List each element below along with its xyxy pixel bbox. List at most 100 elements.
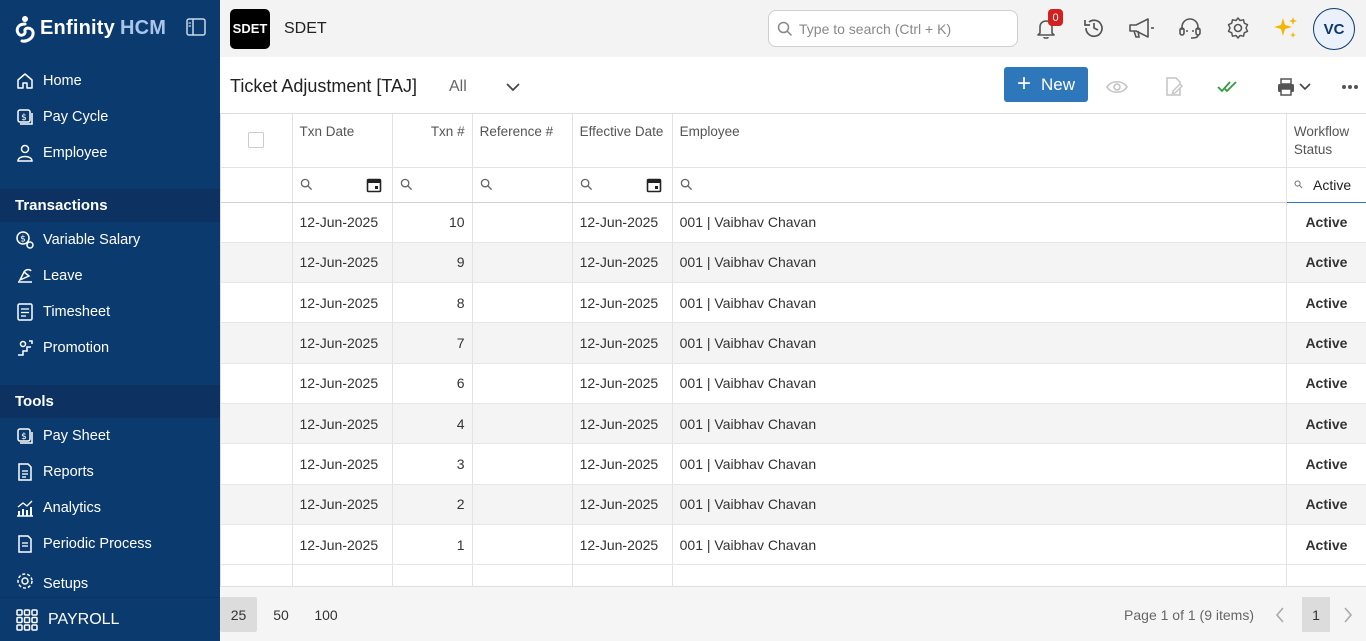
sidebar-item-analytics[interactable]: Analytics bbox=[0, 490, 220, 526]
table-row[interactable]: 12-Jun-2025 7 12-Jun-2025 001 | Vaibhav Cha… bbox=[221, 322, 1366, 364]
page-button-current[interactable]: 1 bbox=[1302, 597, 1330, 632]
column-header-effective-date[interactable]: Effective Date bbox=[572, 114, 673, 168]
cell-employee[interactable]: 001 | Vaibhav Chavan bbox=[672, 484, 1287, 525]
table-row[interactable]: 12-Jun-2025 6 12-Jun-2025 001 | Vaibhav Cha… bbox=[221, 363, 1366, 404]
previous-page-button[interactable] bbox=[1266, 597, 1294, 632]
sidebar-item-label: Pay Cycle bbox=[43, 109, 109, 125]
column-header-txn-no[interactable]: Txn # bbox=[392, 114, 473, 168]
column-header-workflow-status[interactable]: Workflow Status bbox=[1286, 114, 1366, 168]
empty-row bbox=[221, 564, 1366, 586]
collapse-sidebar-icon[interactable] bbox=[186, 18, 206, 36]
table-row[interactable]: 12-Jun-2025 3 12-Jun-2025 001 | Vaibhav Cha… bbox=[221, 443, 1366, 485]
calendar-icon[interactable] bbox=[366, 177, 382, 193]
announcements-button[interactable] bbox=[1126, 13, 1156, 43]
sidebar-item-leave[interactable]: Leave bbox=[0, 258, 220, 294]
sidebar-item-setups[interactable]: Setups bbox=[0, 562, 220, 592]
filter-workflow-status[interactable] bbox=[1285, 166, 1366, 203]
edit-button[interactable] bbox=[1161, 74, 1187, 100]
column-header-reference[interactable]: Reference # bbox=[472, 114, 573, 168]
cell-txn-no[interactable]: 8 bbox=[392, 282, 473, 324]
cell-effective-date: 12-Jun-2025 bbox=[572, 282, 673, 324]
table-row[interactable]: 12-Jun-2025 9 12-Jun-2025 001 | Vaibhav Cha… bbox=[221, 242, 1366, 284]
sidebar-item-pay-sheet[interactable]: $ Pay Sheet bbox=[0, 418, 220, 454]
pay-sheet-icon: $ bbox=[14, 425, 36, 447]
sidebar-item-periodic-process[interactable]: Periodic Process bbox=[0, 526, 220, 562]
module-switcher[interactable]: PAYROLL bbox=[0, 597, 220, 641]
sidebar-item-timesheet[interactable]: Timesheet bbox=[0, 294, 220, 330]
sidebar-item-label: Periodic Process bbox=[43, 536, 152, 552]
calendar-icon[interactable] bbox=[646, 177, 662, 193]
table-row[interactable]: 12-Jun-2025 8 12-Jun-2025 001 | Vaibhav Cha… bbox=[221, 282, 1366, 324]
table-row[interactable]: 12-Jun-2025 2 12-Jun-2025 001 | Vaibhav Cha… bbox=[221, 484, 1366, 525]
sidebar-item-label: Promotion bbox=[43, 340, 110, 356]
history-button[interactable] bbox=[1079, 13, 1109, 43]
chevron-left-icon bbox=[1275, 606, 1284, 623]
headset-icon bbox=[1179, 18, 1201, 39]
cell-employee[interactable]: 001 | Vaibhav Chavan bbox=[672, 242, 1287, 284]
print-options-dropdown[interactable] bbox=[1297, 74, 1313, 100]
filter-txn-date[interactable] bbox=[292, 167, 393, 203]
cell-employee[interactable]: 001 | Vaibhav Chavan bbox=[672, 322, 1287, 364]
sidebar-item-employee[interactable]: Employee bbox=[0, 135, 220, 171]
more-options-button[interactable] bbox=[1337, 74, 1363, 100]
view-filter-dropdown[interactable]: All bbox=[449, 78, 521, 96]
page-size-100[interactable]: 100 bbox=[308, 597, 344, 632]
transactions-nav: $ Variable Salary Leave Timesheet Promot… bbox=[0, 222, 220, 366]
table-row[interactable]: 12-Jun-2025 1 12-Jun-2025 001 | Vaibhav Cha… bbox=[221, 524, 1366, 566]
sidebar-item-reports[interactable]: Reports bbox=[0, 454, 220, 490]
table-row[interactable]: 12-Jun-2025 10 12-Jun-2025 001 | Vaibhav Ch… bbox=[221, 202, 1366, 243]
sidebar-item-label: Home bbox=[43, 73, 82, 89]
cell-employee[interactable]: 001 | Vaibhav Chavan bbox=[672, 363, 1287, 404]
page-size-25[interactable]: 25 bbox=[220, 597, 257, 632]
cell-txn-no[interactable]: 4 bbox=[392, 403, 473, 445]
table-row[interactable]: 12-Jun-2025 4 12-Jun-2025 001 | Vaibhav Cha… bbox=[221, 403, 1366, 445]
search-icon bbox=[480, 178, 492, 191]
approve-button[interactable] bbox=[1216, 74, 1242, 100]
filter-employee[interactable] bbox=[672, 167, 1287, 203]
cell-employee[interactable]: 001 | Vaibhav Chavan bbox=[672, 524, 1287, 566]
timesheet-icon bbox=[14, 301, 36, 323]
column-header-txn-date[interactable]: Txn Date bbox=[292, 114, 393, 168]
sidebar-item-promotion[interactable]: Promotion bbox=[0, 330, 220, 366]
sidebar-item-label: Setups bbox=[43, 576, 89, 592]
ai-assistant-button[interactable] bbox=[1271, 13, 1301, 43]
sidebar-item-home[interactable]: Home bbox=[0, 63, 220, 99]
empty-cell bbox=[472, 564, 573, 586]
sidebar-item-pay-cycle[interactable]: $ Pay Cycle bbox=[0, 99, 220, 135]
page-size-50[interactable]: 50 bbox=[265, 597, 297, 632]
cell-txn-no[interactable]: 1 bbox=[392, 524, 473, 566]
next-page-button[interactable] bbox=[1334, 597, 1362, 632]
status-filter-input[interactable] bbox=[1313, 176, 1359, 193]
cell-workflow-status: Active bbox=[1286, 443, 1366, 485]
company-logo[interactable]: SDET bbox=[230, 8, 270, 49]
sidebar-item-variable-salary[interactable]: $ Variable Salary bbox=[0, 222, 220, 258]
cell-employee[interactable]: 001 | Vaibhav Chavan bbox=[672, 403, 1287, 445]
column-header-employee[interactable]: Employee bbox=[672, 114, 1287, 168]
search-input[interactable] bbox=[799, 20, 999, 37]
cell-employee[interactable]: 001 | Vaibhav Chavan bbox=[672, 443, 1287, 485]
filter-reference[interactable] bbox=[472, 167, 573, 203]
cell-txn-no[interactable]: 7 bbox=[392, 322, 473, 364]
empty-cell bbox=[392, 564, 473, 586]
cell-txn-no[interactable]: 2 bbox=[392, 484, 473, 525]
filter-effective-date[interactable] bbox=[572, 167, 673, 203]
settings-button[interactable] bbox=[1223, 13, 1253, 43]
user-avatar[interactable]: VC bbox=[1313, 8, 1355, 50]
new-button[interactable]: + New bbox=[1004, 67, 1088, 102]
notifications-button[interactable]: 0 bbox=[1031, 9, 1063, 43]
printer-icon bbox=[1278, 78, 1294, 96]
select-all-checkbox[interactable] bbox=[248, 132, 265, 148]
cell-txn-no[interactable]: 6 bbox=[392, 363, 473, 404]
cell-txn-no[interactable]: 3 bbox=[392, 443, 473, 485]
cell-txn-no[interactable]: 10 bbox=[392, 202, 473, 243]
support-button[interactable] bbox=[1175, 13, 1205, 43]
cell-txn-no[interactable]: 9 bbox=[392, 242, 473, 284]
cell-employee[interactable]: 001 | Vaibhav Chavan bbox=[672, 282, 1287, 324]
print-button[interactable] bbox=[1273, 74, 1299, 100]
cell-employee[interactable]: 001 | Vaibhav Chavan bbox=[672, 202, 1287, 243]
cell-reference bbox=[472, 403, 573, 445]
page-info: Page 1 of 1 (9 items) bbox=[1124, 607, 1254, 623]
view-button[interactable] bbox=[1104, 74, 1130, 100]
row-select-cell bbox=[221, 363, 293, 404]
filter-txn-no[interactable] bbox=[392, 167, 473, 203]
